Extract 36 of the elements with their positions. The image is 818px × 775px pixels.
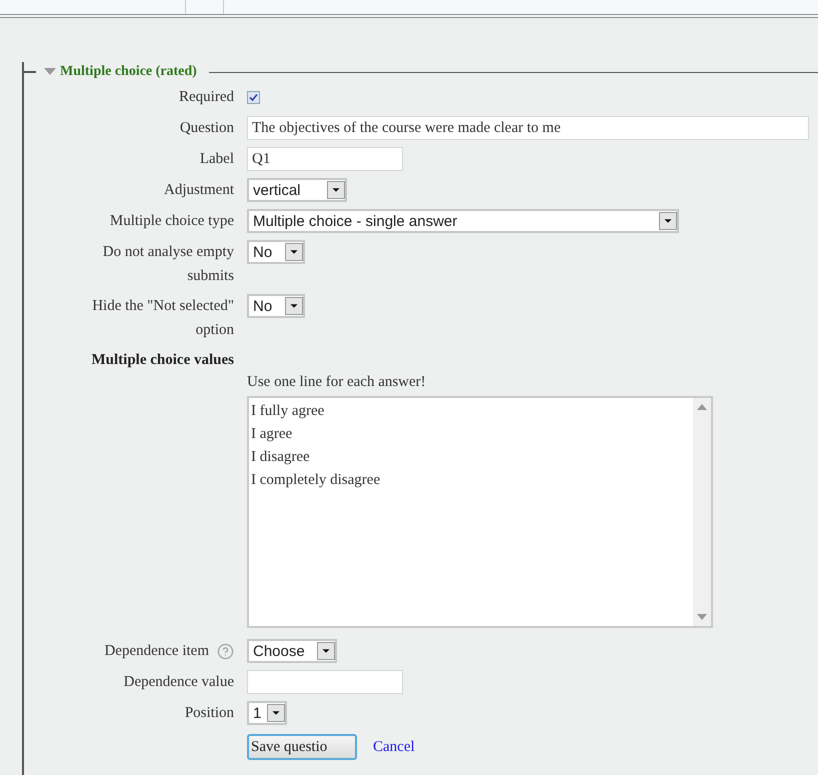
section-heading: Multiple choice values [92, 351, 234, 370]
text-field[interactable] [247, 670, 403, 694]
help-icon[interactable] [217, 643, 234, 660]
field-label: Label [200, 150, 234, 169]
section-title[interactable]: Multiple choice (rated) [60, 64, 197, 80]
dropdown[interactable]: Choose [247, 639, 337, 663]
text-field[interactable]: Q1 [247, 147, 403, 171]
field-label: Dependence value [124, 673, 234, 692]
caret-icon [327, 181, 345, 199]
dropdown[interactable]: No [247, 240, 305, 264]
dropdown[interactable]: Multiple choice - single answer [247, 209, 679, 233]
caret-icon [285, 243, 303, 261]
caret-icon [267, 704, 285, 722]
field-label: Dependence item [104, 642, 209, 661]
field-label: Required [179, 88, 234, 107]
field-label: Adjustment [164, 181, 234, 200]
field-label: Multiple choice type [110, 212, 234, 231]
dropdown[interactable]: No [247, 294, 305, 318]
field-label: Hide the "Not selected" option [91, 297, 234, 340]
dropdown[interactable]: 1 [247, 701, 287, 725]
caret-icon [317, 642, 335, 660]
field-label: Position [184, 704, 234, 723]
text-field[interactable]: The objectives of the course were made clear to me [247, 116, 809, 140]
caret-icon [285, 297, 303, 315]
save-button[interactable]: Save questio [247, 734, 357, 760]
field-label: Question [180, 119, 234, 138]
scroll-up-icon[interactable] [697, 404, 707, 410]
cancel-link[interactable]: Cancel [373, 738, 415, 756]
hint-text: Use one line for each answer! [247, 374, 427, 392]
field-label: Do not analyse empty submits [102, 243, 234, 286]
caret-icon [659, 212, 677, 230]
collapse-icon[interactable] [44, 68, 56, 76]
answers-field[interactable]: I fully agree I agree I disagree I completely disagree [247, 396, 713, 628]
checkbox[interactable] [247, 91, 260, 104]
scroll-down-icon[interactable] [697, 614, 707, 620]
dropdown[interactable]: vertical [247, 178, 347, 202]
